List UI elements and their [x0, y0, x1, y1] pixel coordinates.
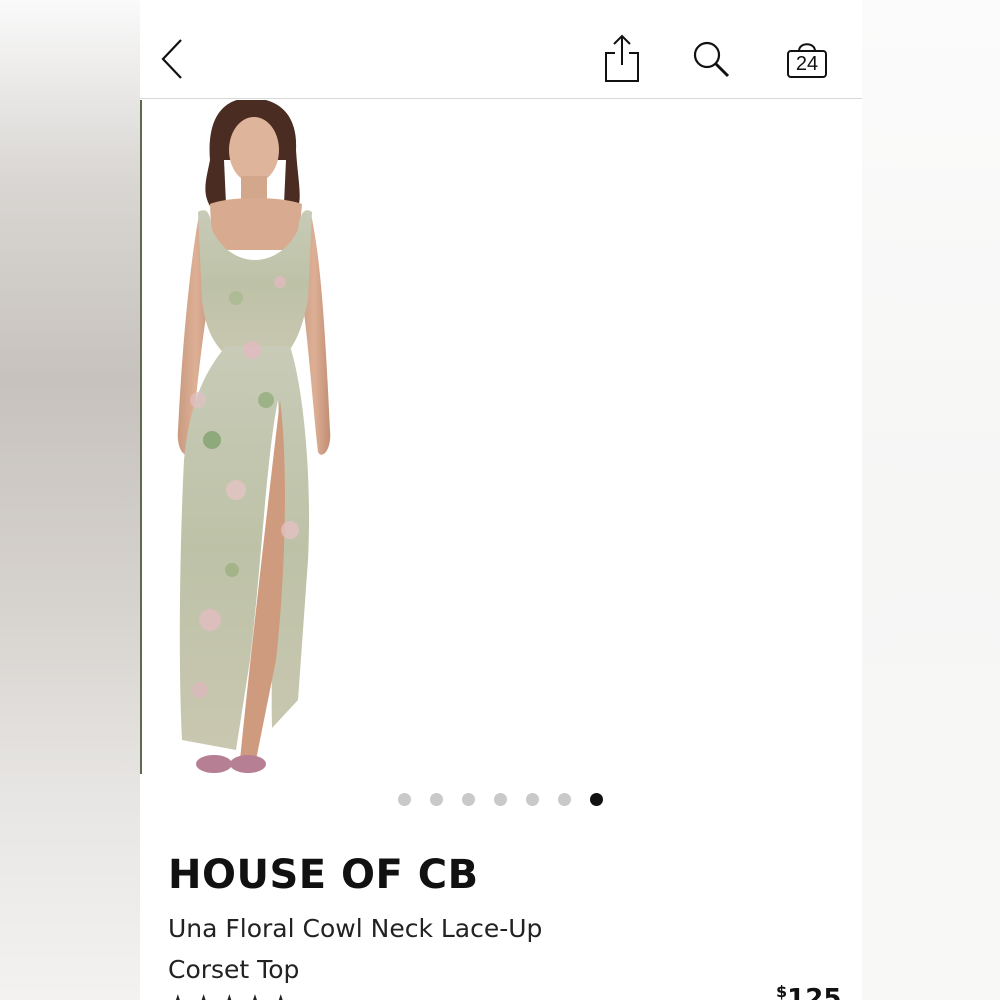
carousel-dot[interactable] — [526, 793, 539, 806]
product-title: Una Floral Cowl Neck Lace-Up Corset Top — [168, 914, 543, 984]
share-button[interactable] — [600, 32, 644, 86]
product-price: $125 — [776, 982, 841, 1000]
currency-symbol: $ — [776, 982, 788, 1000]
carousel-dot[interactable] — [462, 793, 475, 806]
carousel-dot[interactable] — [430, 793, 443, 806]
product-image[interactable] — [140, 98, 862, 776]
price-amount: 125 — [787, 984, 842, 1000]
chevron-left-icon — [161, 39, 182, 79]
carousel-dot[interactable] — [494, 793, 507, 806]
back-button[interactable] — [152, 34, 192, 84]
carousel-dot-active[interactable] — [590, 793, 603, 806]
share-icon — [605, 34, 639, 82]
brand-name[interactable]: HOUSE OF CB — [168, 852, 479, 898]
search-button[interactable] — [690, 38, 734, 82]
model-photo — [177, 98, 331, 773]
shopping-bag-button[interactable]: 24 — [782, 36, 832, 82]
top-navigation-bar: 24 — [140, 0, 862, 99]
blurred-background-right — [862, 0, 1000, 1000]
bag-item-count: 24 — [795, 53, 819, 75]
blurred-background-left — [0, 0, 140, 1000]
carousel-dot[interactable] — [398, 793, 411, 806]
rating-stars[interactable]: ★★★★★ — [168, 990, 297, 1000]
image-edge-strip — [140, 100, 142, 774]
product-page: 24 HOUSE OF CB Una Floral Cowl Neck Lace… — [140, 0, 862, 1000]
carousel-dot[interactable] — [558, 793, 571, 806]
search-icon — [693, 41, 730, 78]
image-carousel-indicator[interactable] — [398, 793, 603, 806]
